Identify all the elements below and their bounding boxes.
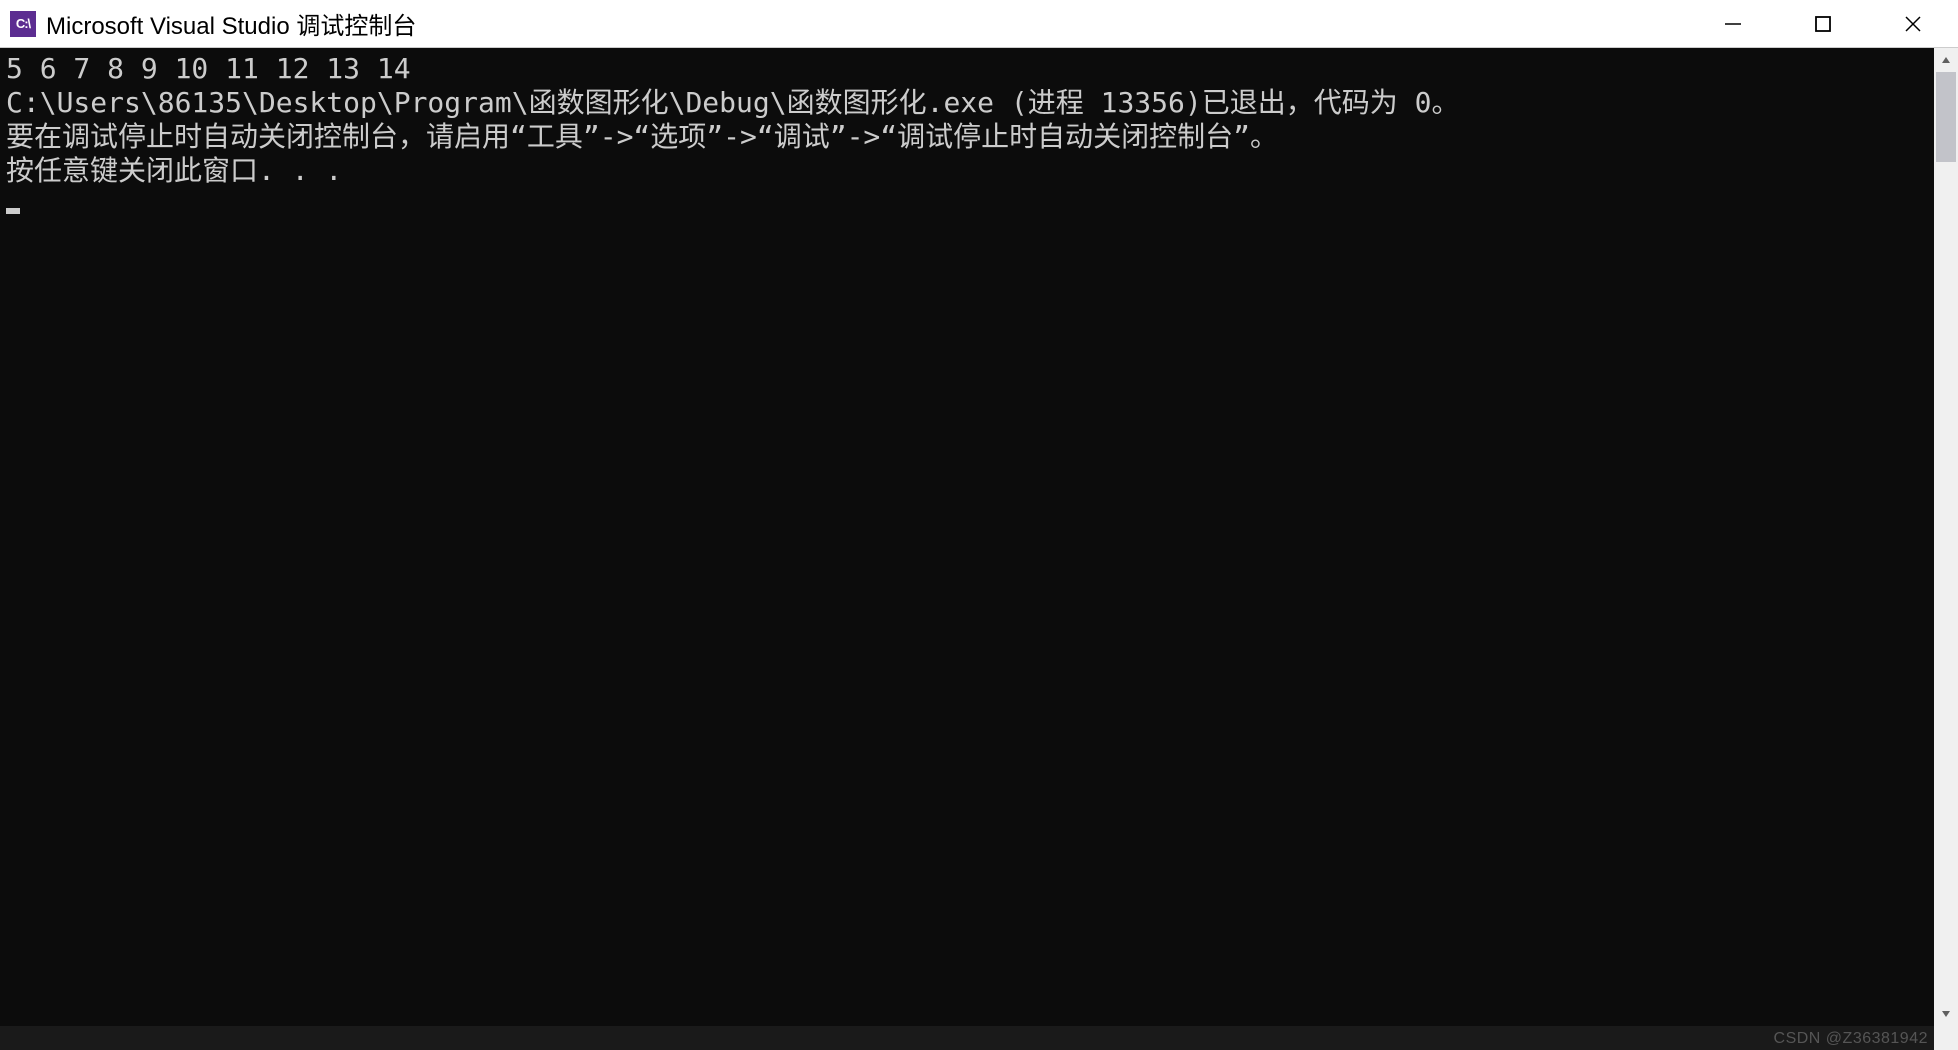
chevron-up-icon <box>1941 55 1951 65</box>
vertical-scrollbar[interactable] <box>1934 48 1958 1026</box>
minimize-button[interactable] <box>1688 0 1778 47</box>
close-icon <box>1904 15 1922 33</box>
cursor <box>6 208 20 214</box>
app-icon: C:\ <box>10 11 36 37</box>
output-line: 要在调试停止时自动关闭控制台，请启用“工具”->“选项”->“调试”->“调试停… <box>6 120 1278 153</box>
output-line: 5 6 7 8 9 10 11 12 13 14 <box>6 52 411 85</box>
console-output: 5 6 7 8 9 10 11 12 13 14 C:\Users\86135\… <box>0 48 1934 226</box>
close-button[interactable] <box>1868 0 1958 47</box>
app-icon-label: C:\ <box>16 16 30 31</box>
output-line: 按任意键关闭此窗口. . . <box>6 154 342 187</box>
scroll-thumb[interactable] <box>1936 72 1956 162</box>
window-title: Microsoft Visual Studio 调试控制台 <box>46 6 1688 41</box>
watermark-text: CSDN @Z36381942 <box>1774 1030 1928 1048</box>
scroll-up-button[interactable] <box>1934 48 1958 72</box>
maximize-button[interactable] <box>1778 0 1868 47</box>
titlebar: C:\ Microsoft Visual Studio 调试控制台 <box>0 0 1958 48</box>
chevron-down-icon <box>1941 1009 1951 1019</box>
horizontal-scrollbar[interactable] <box>0 1026 1934 1050</box>
console-area[interactable]: 5 6 7 8 9 10 11 12 13 14 C:\Users\86135\… <box>0 48 1934 1026</box>
output-line: C:\Users\86135\Desktop\Program\函数图形化\Deb… <box>6 86 1459 119</box>
minimize-icon <box>1724 15 1742 33</box>
scroll-down-button[interactable] <box>1934 1002 1958 1026</box>
window-controls <box>1688 0 1958 47</box>
scrollbar-corner <box>1934 1026 1958 1050</box>
maximize-icon <box>1814 15 1832 33</box>
